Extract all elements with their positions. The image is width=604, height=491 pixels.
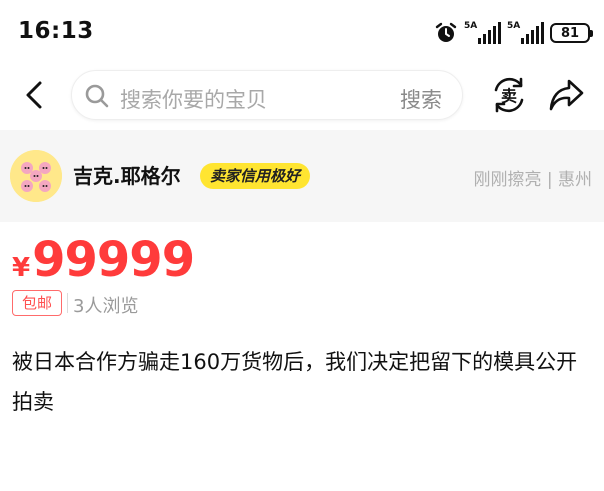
battery-level: 81 — [560, 25, 580, 41]
seller-name[interactable]: 吉克.耶格尔 — [73, 160, 181, 189]
sim2-tag: 5A — [507, 21, 521, 31]
seller-bar[interactable]: 吉克.耶格尔 卖家信用极好 刚刚擦亮 | 惠州 — [0, 130, 604, 222]
alarm-clock-icon — [435, 22, 457, 42]
credit-badge: 卖家信用极好 — [200, 163, 311, 189]
signal-2-icon: 5A — [507, 22, 544, 44]
battery-icon: 81 — [550, 23, 593, 43]
search-input[interactable]: 搜索你要的宝贝 — [120, 84, 267, 114]
item-price: ¥ 99999 — [12, 232, 195, 288]
divider — [67, 293, 68, 313]
share-icon[interactable] — [547, 77, 585, 113]
seller-meta: 刚刚擦亮 | 惠州 — [473, 170, 592, 190]
sell-icon[interactable]: 卖 — [490, 76, 528, 114]
search-bar[interactable]: 搜索你要的宝贝 搜索 — [71, 70, 463, 120]
item-description: 被日本合作方骗走160万货物后，我们决定把留下的模具公开拍卖 — [12, 350, 578, 414]
status-icons: 5A 5A 81 — [434, 20, 593, 46]
sim1-tag: 5A — [464, 21, 478, 31]
avatar[interactable] — [10, 150, 62, 202]
sell-icon-label: 卖 — [501, 87, 517, 106]
currency-symbol: ¥ — [12, 253, 31, 283]
free-shipping-tag: 包邮 — [12, 290, 62, 316]
view-count: 3人浏览 — [73, 296, 139, 317]
search-icon — [85, 84, 109, 108]
back-icon[interactable] — [18, 78, 52, 112]
status-bar: 16:13 5A 5A 81 — [0, 0, 604, 64]
top-nav: 搜索你要的宝贝 搜索 卖 — [0, 64, 604, 130]
status-time: 16:13 — [18, 18, 94, 44]
avatar-image — [10, 150, 62, 202]
search-button[interactable]: 搜索 — [400, 84, 442, 114]
price-value: 99999 — [32, 232, 195, 288]
signal-1-icon: 5A — [464, 22, 501, 44]
